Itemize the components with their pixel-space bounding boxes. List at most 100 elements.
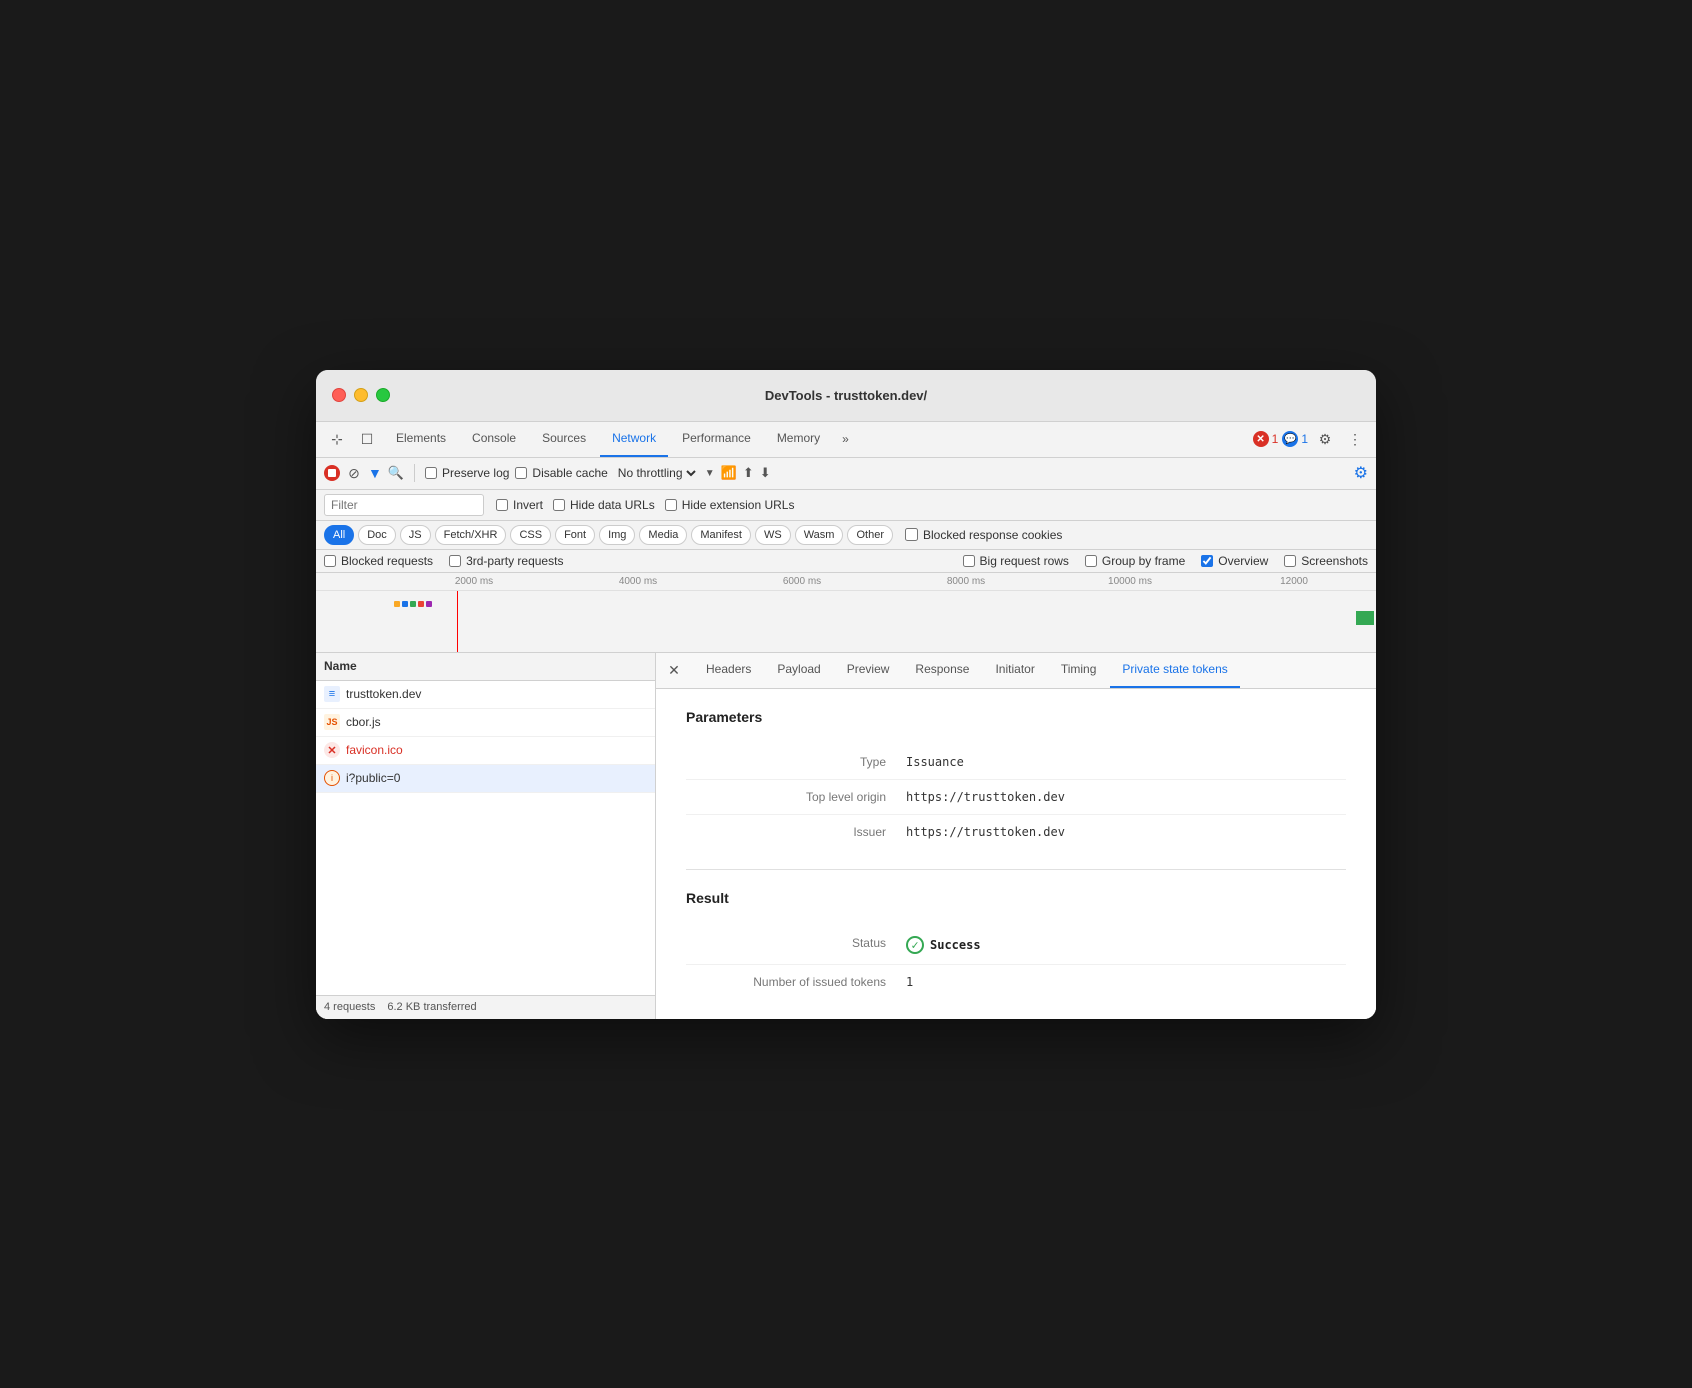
filter-all[interactable]: All <box>324 525 354 545</box>
throttle-select[interactable]: No throttling Fast 3G Slow 3G <box>614 465 699 481</box>
filter-ws[interactable]: WS <box>755 525 791 545</box>
disable-cache-label[interactable]: Disable cache <box>515 466 607 480</box>
filter-wasm[interactable]: Wasm <box>795 525 844 545</box>
filter-manifest[interactable]: Manifest <box>691 525 751 545</box>
big-request-rows-checkbox[interactable] <box>963 555 975 567</box>
screenshots-text: Screenshots <box>1301 554 1368 568</box>
disable-cache-checkbox[interactable] <box>515 467 527 479</box>
clear-button[interactable]: ⊘ <box>346 465 362 481</box>
tab-initiator[interactable]: Initiator <box>983 652 1046 688</box>
upload-button[interactable]: ⬆ <box>743 465 754 481</box>
more-options-button[interactable]: ⋮ <box>1342 426 1368 452</box>
filter-img[interactable]: Img <box>599 525 635 545</box>
maximize-button[interactable] <box>376 388 390 402</box>
stop-recording-button[interactable] <box>324 465 340 481</box>
error-count: 1 <box>1272 432 1279 446</box>
param-row-issuer: Issuer https://trusttoken.dev <box>686 815 1346 849</box>
issuer-label: Issuer <box>686 825 906 839</box>
filter-doc[interactable]: Doc <box>358 525 396 545</box>
invert-checkbox[interactable] <box>496 499 508 511</box>
js-icon: JS <box>324 714 340 730</box>
info-circle: 💬 <box>1282 431 1298 447</box>
info-badge[interactable]: 💬 1 <box>1282 431 1308 447</box>
screenshots-checkbox[interactable] <box>1284 555 1296 567</box>
tab-payload[interactable]: Payload <box>765 652 832 688</box>
top-right-icons: ✕ 1 💬 1 ⚙ ⋮ <box>1253 426 1368 452</box>
table-row[interactable]: JS cbor.js <box>316 709 655 737</box>
blocked-requests-label[interactable]: Blocked requests <box>324 554 433 568</box>
download-button[interactable]: ⬇ <box>760 465 771 481</box>
table-row[interactable]: ≡ trusttoken.dev <box>316 681 655 709</box>
overview-label[interactable]: Overview <box>1201 554 1268 568</box>
type-label: Type <box>686 755 906 769</box>
success-icon: ✓ <box>906 936 924 954</box>
preserve-log-label[interactable]: Preserve log <box>425 466 509 480</box>
extra-filters-bar: Blocked requests 3rd-party requests Big … <box>316 550 1376 573</box>
blocked-cookies-label[interactable]: Blocked response cookies <box>905 528 1062 542</box>
detail-tabs: ✕ Headers Payload Preview Response Initi… <box>656 653 1376 689</box>
toolbar-divider-1 <box>414 464 415 482</box>
big-request-rows-text: Big request rows <box>980 554 1069 568</box>
tab-performance[interactable]: Performance <box>670 421 763 457</box>
preserve-log-text: Preserve log <box>442 466 509 480</box>
minimize-button[interactable] <box>354 388 368 402</box>
group-by-frame-checkbox[interactable] <box>1085 555 1097 567</box>
search-button[interactable]: 🔍 <box>388 465 404 481</box>
tab-timing[interactable]: Timing <box>1049 652 1109 688</box>
error-badge[interactable]: ✕ 1 <box>1253 431 1279 447</box>
settings-button[interactable]: ⚙ <box>1312 426 1338 452</box>
network-settings-button[interactable]: ⚙ <box>1354 463 1368 483</box>
filter-icon: ▼ <box>368 465 382 481</box>
tab-response[interactable]: Response <box>903 652 981 688</box>
dot-blue <box>402 601 408 607</box>
preserve-log-checkbox[interactable] <box>425 467 437 479</box>
third-party-label[interactable]: 3rd-party requests <box>449 554 563 568</box>
inspect-element-button[interactable]: ⊹ <box>324 426 350 452</box>
info-count: 1 <box>1301 432 1308 446</box>
filter-other[interactable]: Other <box>847 525 893 545</box>
tab-elements[interactable]: Elements <box>384 421 458 457</box>
blocked-cookies-checkbox[interactable] <box>905 528 918 541</box>
tab-headers[interactable]: Headers <box>694 652 763 688</box>
invert-label[interactable]: Invert <box>496 498 543 512</box>
big-request-rows-label[interactable]: Big request rows <box>963 554 1069 568</box>
tab-console[interactable]: Console <box>460 421 528 457</box>
hide-extension-urls-checkbox[interactable] <box>665 499 677 511</box>
overview-checkbox[interactable] <box>1201 555 1213 567</box>
group-by-frame-label[interactable]: Group by frame <box>1085 554 1185 568</box>
hide-data-urls-label[interactable]: Hide data URLs <box>553 498 655 512</box>
wifi-icon: 📶 <box>721 465 737 481</box>
close-button[interactable] <box>332 388 346 402</box>
filter-media[interactable]: Media <box>639 525 687 545</box>
third-party-text: 3rd-party requests <box>466 554 563 568</box>
window-title: DevTools - trusttoken.dev/ <box>765 388 927 403</box>
error-circle: ✕ <box>1253 431 1269 447</box>
tab-memory[interactable]: Memory <box>765 421 832 457</box>
more-tabs-button[interactable]: » <box>834 432 857 446</box>
extra-filters-left: Blocked requests 3rd-party requests <box>324 554 563 568</box>
filter-input[interactable] <box>324 494 484 516</box>
table-row[interactable]: i i?public=0 <box>316 765 655 793</box>
blocked-requests-checkbox[interactable] <box>324 555 336 567</box>
overview-timeline: 2000 ms 4000 ms 6000 ms 8000 ms 10000 ms… <box>316 573 1376 653</box>
dot-purple <box>426 601 432 607</box>
table-row[interactable]: ✕ favicon.ico <box>316 737 655 765</box>
status-value: ✓ Success <box>906 936 981 954</box>
detail-content: Parameters Type Issuance Top level origi… <box>656 689 1376 1019</box>
third-party-checkbox[interactable] <box>449 555 461 567</box>
device-mode-button[interactable]: ☐ <box>354 426 380 452</box>
close-detail-button[interactable]: ✕ <box>664 660 684 680</box>
tab-private-state-tokens[interactable]: Private state tokens <box>1110 652 1239 688</box>
screenshots-label[interactable]: Screenshots <box>1284 554 1368 568</box>
tab-network[interactable]: Network <box>600 421 668 457</box>
filter-fetch-xhr[interactable]: Fetch/XHR <box>435 525 507 545</box>
tab-sources[interactable]: Sources <box>530 421 598 457</box>
img-icon: i <box>324 770 340 786</box>
hide-data-urls-checkbox[interactable] <box>553 499 565 511</box>
hide-extension-urls-label[interactable]: Hide extension URLs <box>665 498 795 512</box>
tab-preview[interactable]: Preview <box>835 652 902 688</box>
filter-font[interactable]: Font <box>555 525 595 545</box>
filter-css[interactable]: CSS <box>510 525 551 545</box>
filter-js[interactable]: JS <box>400 525 431 545</box>
devtools-body: ⊹ ☐ Elements Console Sources Network Per… <box>316 422 1376 1019</box>
